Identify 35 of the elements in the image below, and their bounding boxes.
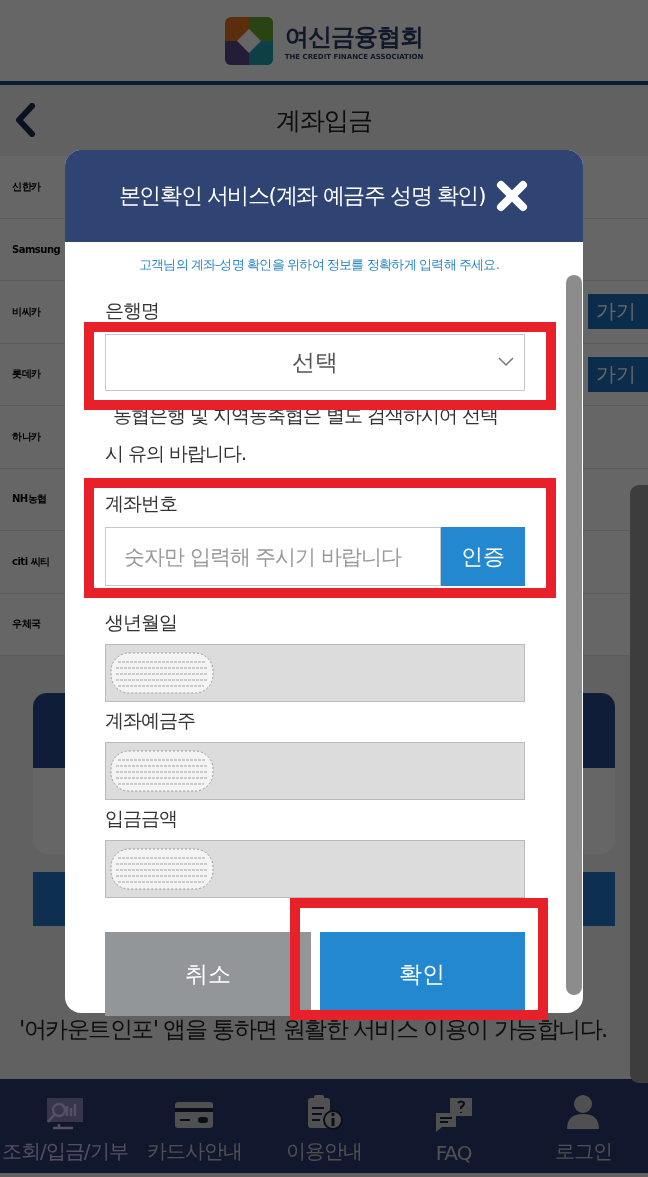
dialog-title: 본인확인 서비스(계좌 예금주 성명 확인) (118, 182, 486, 210)
card-company-name: 하나카 (12, 429, 41, 444)
user-icon (565, 1094, 602, 1130)
cancel-button[interactable]: 취소 (105, 932, 311, 1016)
chat-bubbles-icon (433, 1097, 474, 1133)
scrollbar[interactable] (566, 275, 582, 995)
field-label: 입금금액 (105, 806, 178, 831)
card-company-name: 롯데카 (12, 367, 41, 382)
field-label: 생년월일 (105, 610, 178, 635)
card-company-name: 우체국 (12, 617, 41, 632)
go-button[interactable]: 가기 (588, 294, 648, 330)
close-icon[interactable] (495, 179, 530, 213)
field-label: 계좌예금주 (105, 708, 196, 733)
card-company-name: Samsung (12, 243, 61, 255)
card-company-name: 신한카 (12, 179, 41, 194)
field-label: 계좌번호 (105, 491, 178, 516)
logo-icon (224, 16, 273, 65)
notice-text: 시 유의 바랍니다. (105, 441, 248, 466)
instruction-text: 고객님의 계좌-성명 확인을 위하여 정보를 정확하게 입력해 주세요. (138, 256, 500, 274)
logo-title: 여신금융협회 (284, 21, 424, 53)
notice-text: '어카운트인포' 앱을 통하면 원활한 서비스 이용이 가능합니다. (19, 1015, 608, 1044)
caret-icon (498, 357, 514, 367)
card-company-name: 비씨카 (12, 304, 41, 319)
account-number-field[interactable]: 숫자만 입력해 주시기 바랍니다 (105, 527, 441, 586)
nav-tab[interactable]: 조회/입금/기부 (0, 1079, 130, 1173)
field-label: 은행명 (105, 298, 160, 323)
scrollbar[interactable] (630, 485, 648, 1083)
verify-button[interactable]: 인증 (441, 527, 525, 586)
card-company-name: NH농협 (12, 492, 47, 507)
bank-select[interactable]: 선택 (105, 334, 525, 391)
card-icon (174, 1100, 215, 1130)
card-company-name: citi 씨티 (12, 554, 50, 569)
page-title: 계좌입금 (276, 105, 372, 137)
go-button[interactable]: 가기 (588, 356, 648, 392)
back-icon[interactable] (14, 103, 36, 137)
